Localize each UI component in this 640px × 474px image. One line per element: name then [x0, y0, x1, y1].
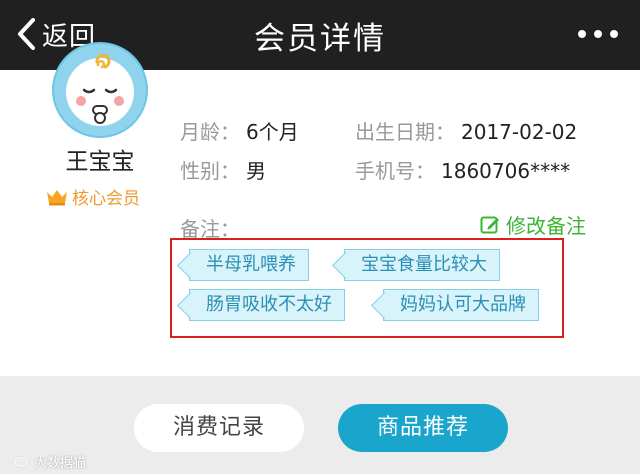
- note-tag[interactable]: 宝宝食量比较大: [344, 249, 500, 281]
- age-field: 月龄： 6个月: [180, 116, 299, 145]
- watermark-text: 大数据猫: [34, 456, 87, 471]
- birth-date-field: 出生日期： 2017-02-02: [355, 116, 577, 145]
- edit-notes-button[interactable]: 修改备注: [480, 210, 586, 239]
- more-button[interactable]: [578, 22, 618, 46]
- birth-date-value: 2017-02-02: [461, 120, 578, 144]
- age-value: 6个月: [246, 120, 299, 144]
- member-level-label: 核心会员: [72, 189, 140, 209]
- baby-avatar: [66, 53, 134, 126]
- watermark: 大数据猫: [14, 452, 86, 471]
- note-tag-label: 宝宝食量比较大: [361, 254, 487, 275]
- weibo-icon: [14, 456, 28, 467]
- phone-field: 手机号： 1860706****: [355, 155, 570, 184]
- gender-value: 男: [246, 159, 266, 183]
- note-tag-label: 妈妈认可大品牌: [400, 294, 526, 315]
- note-tag-label: 半母乳喂养: [206, 254, 296, 275]
- birth-date-label: 出生日期：: [355, 120, 455, 144]
- note-tag-label: 肠胃吸收不太好: [206, 294, 332, 315]
- edit-icon: [480, 216, 499, 233]
- age-label: 月龄：: [180, 120, 240, 144]
- purchase-records-button[interactable]: 消费记录: [134, 404, 304, 452]
- crown-icon: [47, 189, 67, 205]
- edit-notes-label: 修改备注: [506, 214, 586, 238]
- member-level-badge: 核心会员: [46, 184, 140, 209]
- phone-label: 手机号：: [355, 159, 435, 183]
- note-tag[interactable]: 半母乳喂养: [189, 249, 309, 281]
- more-dots-icon: [594, 30, 602, 38]
- gender-field: 性别：男: [180, 155, 266, 184]
- more-dots-icon: [578, 30, 586, 38]
- note-tag[interactable]: 肠胃吸收不太好: [189, 289, 345, 321]
- phone-value: 1860706****: [441, 159, 571, 183]
- note-tag[interactable]: 妈妈认可大品牌: [383, 289, 539, 321]
- gender-label: 性别：: [180, 159, 240, 183]
- avatar: [52, 42, 148, 138]
- more-dots-icon: [610, 30, 618, 38]
- member-name: 王宝宝: [65, 149, 135, 175]
- product-recommendations-button[interactable]: 商品推荐: [338, 404, 508, 452]
